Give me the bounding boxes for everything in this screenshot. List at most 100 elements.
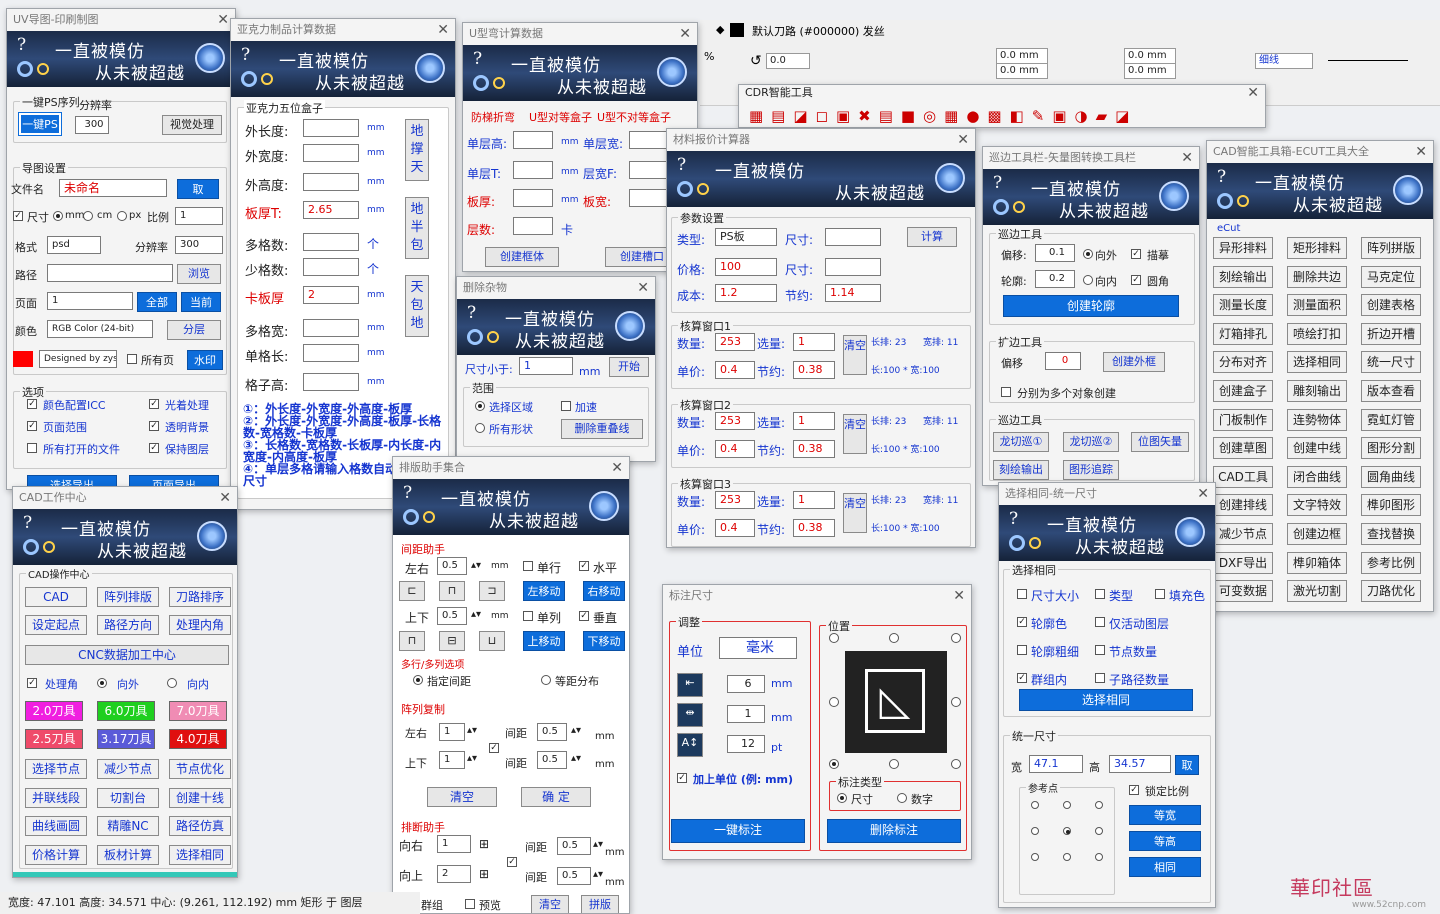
ecut-button[interactable]: 选择相同 [1287, 351, 1347, 374]
qty-input[interactable]: 253 [715, 412, 755, 430]
close-icon[interactable]: ✕ [1415, 141, 1427, 163]
ratio-input[interactable]: 1 [175, 207, 223, 225]
close-icon[interactable]: ✕ [437, 19, 449, 41]
ecut-button[interactable]: 闭合曲线 [1287, 465, 1347, 488]
one-key-mark-button[interactable]: 一键标注 [671, 819, 805, 843]
sel-input[interactable]: 1 [793, 333, 835, 351]
ecut-button[interactable]: 阵列拼版 [1361, 237, 1421, 259]
ecut-button[interactable]: CAD工具 [1213, 465, 1273, 488]
cad-button[interactable]: 切割台 [97, 787, 159, 808]
size-check[interactable]: ✓ [13, 211, 23, 221]
ref-point-radio[interactable] [1095, 801, 1103, 809]
clear-button[interactable]: 清空 [843, 493, 867, 533]
knife-button[interactable]: 4.0刀具 [169, 729, 227, 749]
cad-button[interactable]: 选择节点 [25, 759, 87, 779]
ecut-button[interactable]: 创建边框 [1287, 523, 1347, 545]
ecut-button[interactable]: 文字特效 [1287, 494, 1347, 517]
red-swatch[interactable] [13, 351, 33, 367]
cad-button[interactable]: 节点优化 [169, 759, 231, 779]
ecut-button[interactable]: 版本查看 [1361, 380, 1421, 402]
same-check[interactable]: ✓ [1017, 617, 1027, 627]
ecut-button[interactable]: 创建盒子 [1213, 380, 1273, 402]
close-icon[interactable]: ✕ [611, 457, 623, 479]
same-check[interactable]: ✓ [1017, 673, 1027, 683]
knife-button[interactable]: 2.5刀具 [25, 729, 83, 749]
ecut-button[interactable]: 榫卯箱体 [1287, 551, 1347, 574]
ecut-button[interactable]: 统一尺寸 [1361, 351, 1421, 374]
ecut-button[interactable]: 创建中线 [1287, 437, 1347, 460]
sel-input[interactable]: 1 [793, 412, 835, 430]
line-style[interactable] [1328, 60, 1408, 61]
cad-button[interactable]: 板材计算 [97, 844, 159, 865]
rotate-input[interactable]: 0.0 [766, 53, 810, 69]
sel-input[interactable]: 1 [793, 491, 835, 509]
same-check[interactable] [1095, 645, 1105, 655]
knife-button[interactable]: 6.0刀具 [97, 701, 155, 721]
one-key-ps-button[interactable]: 一键PS [18, 112, 62, 136]
ecut-button[interactable]: 刀路优化 [1361, 580, 1421, 603]
ecut-button[interactable]: 参考比例 [1361, 551, 1421, 574]
knife-button[interactable]: 2.0刀具 [25, 701, 83, 721]
ground-sky-button[interactable]: 地撑天 [405, 119, 429, 181]
unit-input[interactable]: 0.4 [715, 440, 755, 458]
ecut-button[interactable]: 测量长度 [1213, 294, 1273, 317]
ecut-button[interactable]: 灯箱排孔 [1213, 322, 1273, 345]
all-button[interactable]: 全部 [137, 292, 177, 312]
unit-select[interactable]: 毫米 [719, 637, 797, 659]
ecut-button[interactable]: 门板制作 [1213, 408, 1273, 431]
ecut-button[interactable]: 榫卯图形 [1361, 494, 1421, 517]
cad-button[interactable]: CAD [25, 587, 87, 607]
cm-radio[interactable] [83, 211, 93, 221]
ecut-button[interactable]: 查找替换 [1361, 523, 1421, 545]
create-frame-button[interactable]: 创建框体 [485, 247, 559, 267]
cad-button[interactable]: 选择相同 [169, 844, 231, 865]
x-input[interactable]: 0.0 mm [996, 48, 1048, 64]
cad-button[interactable]: 创建十线 [169, 787, 231, 808]
ecut-button[interactable]: 折边开槽 [1361, 322, 1421, 345]
ecut-button[interactable]: 创建草图 [1213, 437, 1273, 460]
width-mark-icon[interactable]: ⇤ [677, 673, 703, 697]
cad-button[interactable]: 曲线画圆 [25, 816, 87, 836]
visual-button[interactable]: 视觉处理 [162, 115, 222, 135]
ecut-button[interactable]: 喷绘打扣 [1287, 322, 1347, 345]
rotate-icon[interactable]: ↺ [750, 53, 762, 69]
get-button[interactable]: 取 [177, 179, 219, 199]
ecut-button[interactable]: 霓虹灯管 [1361, 408, 1421, 431]
ecut-button[interactable]: 激光切割 [1287, 580, 1347, 603]
cad-button[interactable]: 阵列排版 [97, 587, 159, 607]
w-input[interactable]: 0.0 mm [1124, 48, 1176, 64]
res-input[interactable]: 300 [75, 116, 109, 134]
card-thickness-input[interactable]: 2 [303, 286, 359, 304]
delete-mark-button[interactable]: 删除标注 [827, 819, 961, 843]
same-check[interactable] [1017, 589, 1027, 599]
same-check[interactable] [1095, 589, 1105, 599]
select-same-button[interactable]: 选择相同 [1019, 689, 1193, 711]
page-input[interactable]: 1 [47, 292, 133, 310]
ground-half-button[interactable]: 地半包 [405, 197, 429, 259]
mm-radio[interactable] [53, 211, 63, 221]
cad-button[interactable]: 路径方向 [97, 615, 159, 635]
qty-input[interactable]: 253 [715, 333, 755, 351]
same-check[interactable] [1095, 673, 1105, 683]
ecut-button[interactable]: 删除共边 [1287, 265, 1347, 288]
format-select[interactable]: psd [47, 236, 101, 254]
px-radio[interactable] [117, 211, 127, 221]
ecut-button[interactable]: 可变数据 [1213, 580, 1273, 603]
cad-button[interactable]: 设定起点 [25, 615, 87, 635]
cad-button[interactable]: 减少节点 [97, 759, 159, 779]
ecut-button[interactable]: 测量面积 [1287, 294, 1347, 317]
align-left-icon[interactable]: ⊏ [399, 581, 425, 601]
close-icon[interactable]: ✕ [217, 9, 229, 31]
save-input[interactable]: 0.38 [793, 440, 835, 458]
ecut-button[interactable]: 创建表格 [1361, 294, 1421, 317]
align-middle-icon[interactable]: ⊟ [439, 631, 465, 651]
res2-select[interactable]: 300 [175, 236, 223, 254]
ref-point-radio[interactable] [1063, 853, 1071, 861]
save-input[interactable]: 0.38 [793, 519, 835, 537]
font-size-icon[interactable]: A↕ [677, 733, 703, 757]
sky-ground-button[interactable]: 天包地 [405, 275, 429, 337]
y-input[interactable]: 0.0 mm [996, 63, 1048, 79]
close-icon[interactable]: ✕ [679, 23, 691, 45]
close-icon[interactable]: ✕ [1197, 483, 1209, 505]
color-mode-select[interactable]: RGB Color (24-bit) [47, 320, 153, 338]
